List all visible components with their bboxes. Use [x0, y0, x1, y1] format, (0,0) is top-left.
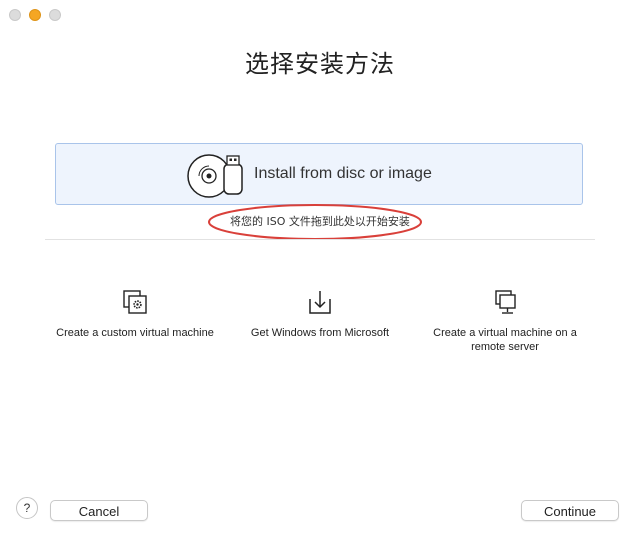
remote-server-option[interactable]: Create a virtual machine on a remote ser… — [415, 288, 595, 354]
minimize-icon[interactable] — [29, 9, 41, 21]
download-icon — [309, 291, 331, 314]
red-annotation-ellipse — [208, 204, 422, 240]
zoom-icon[interactable] — [49, 9, 61, 21]
disc-and-usb-icon — [187, 154, 243, 198]
divider — [45, 239, 595, 240]
create-custom-vm-label: Create a custom virtual machine — [56, 327, 214, 339]
create-custom-vm-option[interactable]: Create a custom virtual machine — [45, 288, 225, 340]
continue-button[interactable]: Continue — [521, 500, 619, 521]
get-windows-label: Get Windows from Microsoft — [250, 327, 390, 339]
close-icon[interactable] — [9, 9, 21, 21]
help-button[interactable]: ? — [16, 497, 38, 519]
remote-server-icon — [495, 290, 516, 314]
page-title: 选择安装方法 — [245, 50, 395, 78]
custom-vm-gear-icon — [123, 290, 147, 314]
cancel-button[interactable]: Cancel — [50, 500, 148, 521]
remote-server-label: Create a virtual machine on a remote ser… — [433, 327, 577, 353]
window-controls — [9, 9, 61, 21]
install-from-disc-button[interactable]: Install from disc or image — [55, 143, 583, 205]
install-from-disc-label: Install from disc or image — [254, 165, 432, 182]
get-windows-option[interactable]: Get Windows from Microsoft — [230, 288, 410, 340]
